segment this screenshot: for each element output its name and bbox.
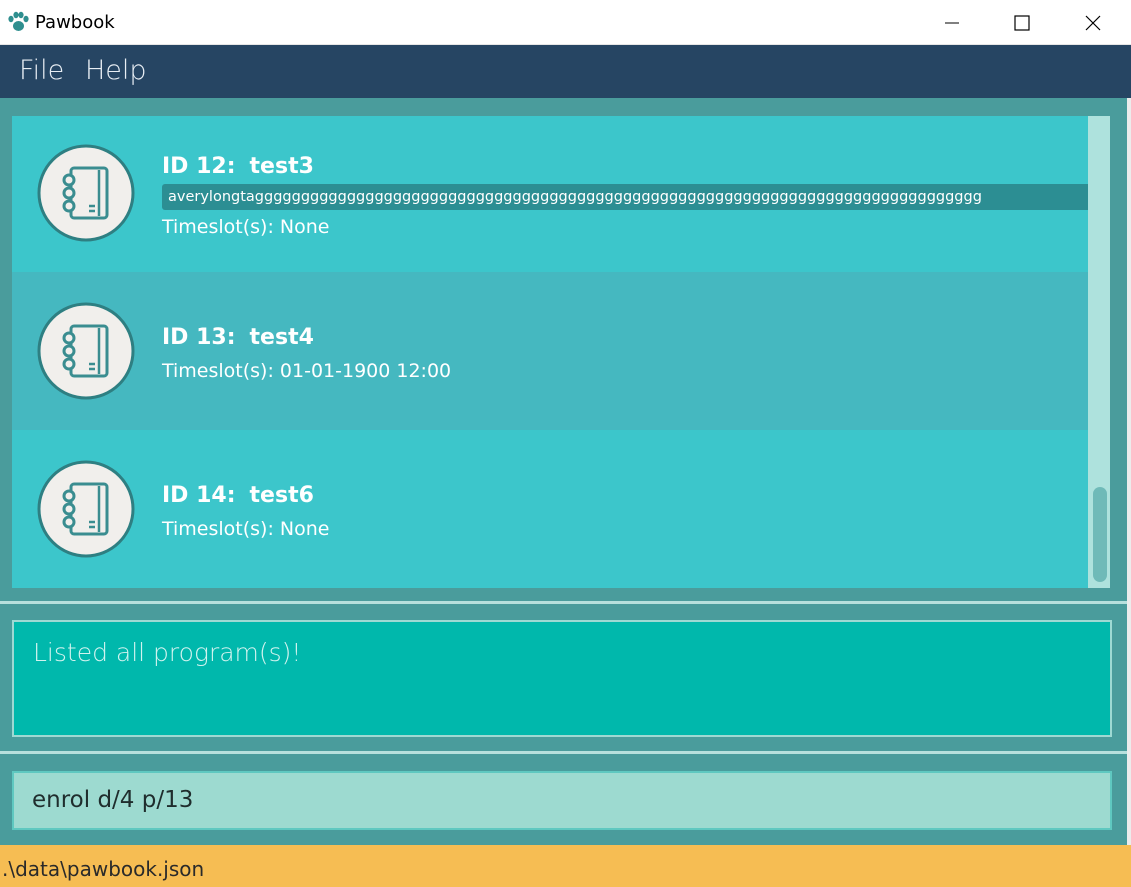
program-id: ID 12: <box>162 154 236 179</box>
program-timeslot: Timeslot(s): None <box>162 216 330 238</box>
program-id: ID 14: <box>162 483 236 508</box>
close-icon <box>1085 15 1101 30</box>
notebook-icon <box>37 144 135 242</box>
program-card[interactable]: ID 12: test3 averylongtaggggggggggggggggg… <box>12 116 1088 274</box>
result-display: Listed all program(s)! <box>12 620 1112 737</box>
command-input[interactable] <box>32 787 1092 813</box>
menu-help[interactable]: Help <box>85 55 147 86</box>
window-title: Pawbook <box>35 12 115 33</box>
program-name: test4 <box>249 325 314 350</box>
program-title: ID 14: test6 <box>162 483 314 508</box>
notebook-icon <box>37 302 135 400</box>
program-title: ID 13: test4 <box>162 325 314 350</box>
menu-file[interactable]: File <box>19 55 64 86</box>
status-bar: .\data\pawbook.json <box>0 845 1131 887</box>
close-button[interactable] <box>1058 0 1128 45</box>
program-name: test6 <box>249 483 314 508</box>
program-timeslot: Timeslot(s): None <box>162 518 330 540</box>
program-timeslot: Timeslot(s): 01-01-1900 12:00 <box>162 360 452 382</box>
program-title: ID 12: test3 <box>162 154 314 179</box>
title-bar: Pawbook <box>0 0 1131 45</box>
result-message: Listed all program(s)! <box>33 638 302 667</box>
minimize-icon <box>945 22 959 23</box>
list-scrollbar-thumb[interactable] <box>1093 487 1107 582</box>
minimize-button[interactable] <box>917 0 987 45</box>
data-file-path: .\data\pawbook.json <box>2 857 205 881</box>
program-tag: averylongtaggggggggggggggggggggggggggggg… <box>162 184 1088 210</box>
program-card[interactable]: ID 13: test4 Timeslot(s): 01-01-1900 12:0… <box>12 272 1088 430</box>
program-list[interactable]: ID 12: test3 averylongtaggggggggggggggggg… <box>12 116 1110 588</box>
program-card[interactable]: ID 14: test6 Timeslot(s): None <box>12 430 1088 588</box>
panel-divider <box>0 601 1127 604</box>
command-box[interactable] <box>12 771 1112 830</box>
paw-icon <box>8 11 29 31</box>
menu-bar: File Help <box>0 45 1131 98</box>
program-id: ID 13: <box>162 325 236 350</box>
maximize-button[interactable] <box>987 0 1057 45</box>
maximize-icon <box>1014 14 1030 31</box>
panel-divider <box>0 751 1127 754</box>
window-edge <box>1127 98 1131 845</box>
program-name: test3 <box>249 154 314 179</box>
notebook-icon <box>37 460 135 558</box>
